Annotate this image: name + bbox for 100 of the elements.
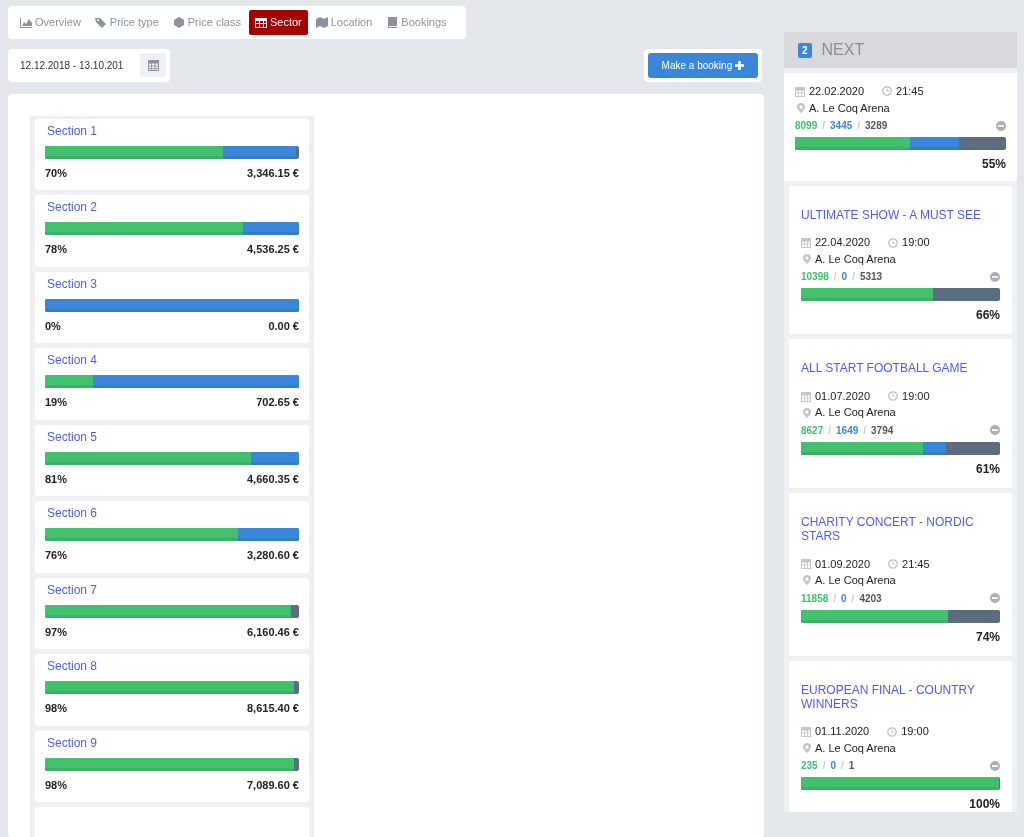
- location-pin-icon: [803, 254, 811, 265]
- calendar-icon: [147, 58, 159, 71]
- percent-text: 81%: [45, 471, 68, 487]
- section-link[interactable]: Section 8: [47, 657, 299, 675]
- tab[interactable]: Location: [309, 10, 379, 35]
- percent-text: 0%: [45, 318, 61, 334]
- sold-count: 8099: [795, 119, 818, 133]
- calendar-icon: [801, 726, 811, 738]
- minus-circle-icon[interactable]: [990, 425, 1000, 436]
- sold-count: 235: [801, 759, 818, 774]
- tab[interactable]: Price type: [88, 10, 165, 35]
- event-time: 19:00: [901, 724, 929, 740]
- free-count: 5313: [859, 270, 883, 285]
- event-date: 22.04.2020: [815, 235, 871, 251]
- event-date: 01.09.2020: [815, 556, 871, 572]
- event-date: 01.07.2020: [815, 388, 871, 404]
- percent-text: 70%: [45, 165, 68, 181]
- separator-text: /: [863, 423, 867, 438]
- calendar-button[interactable]: [140, 52, 166, 77]
- date-range-picker[interactable]: 12.12.2018 - 13.10.201: [8, 48, 170, 82]
- event-time: 19:00: [902, 235, 930, 251]
- location-pin-icon: [803, 575, 811, 586]
- make-booking-button[interactable]: Make a booking: [647, 52, 758, 78]
- section-link[interactable]: Section 6: [47, 504, 299, 522]
- minus-circle-icon[interactable]: [990, 271, 1000, 282]
- venue-name: A. Le Coq Arena: [815, 405, 896, 421]
- venue-name: A. Le Coq Arena: [815, 573, 896, 589]
- section-link[interactable]: Section 2: [47, 198, 299, 216]
- amount-text: 6,160.46 €: [247, 624, 299, 640]
- tab[interactable]: Overview: [14, 10, 87, 35]
- minus-circle-icon[interactable]: [990, 593, 1000, 604]
- count-badge: 2: [798, 42, 812, 58]
- percent-text: 78%: [45, 242, 68, 257]
- clock-icon: [888, 237, 899, 248]
- amount-text: 4,536.25 €: [247, 242, 299, 257]
- percent-text: 66%: [974, 307, 1000, 325]
- tab[interactable]: Sector: [248, 10, 308, 35]
- clock-icon: [887, 726, 898, 737]
- clock-icon: [882, 86, 893, 97]
- separator-text: /: [833, 591, 837, 606]
- calendar-icon: [801, 237, 811, 249]
- reserved-count: 1649: [836, 423, 859, 438]
- amount-text: 3,280.60 €: [247, 548, 299, 563]
- separator-text: /: [851, 591, 855, 606]
- area-chart-icon: [20, 16, 32, 28]
- minus-circle-icon[interactable]: [990, 760, 1000, 771]
- percent-text: 19%: [45, 395, 68, 410]
- amount-text: 0.00 €: [268, 318, 299, 334]
- amount-text: 8,615.40 €: [247, 701, 299, 716]
- event-time: 21:45: [896, 84, 924, 99]
- amount-text: 7,089.60 €: [247, 777, 299, 793]
- calendar-icon: [801, 558, 811, 570]
- event-title-link[interactable]: CHARITY CONCERT - NORDIC STARS: [801, 514, 1000, 544]
- section-link[interactable]: Section 4: [47, 351, 299, 369]
- clock-icon: [888, 391, 899, 402]
- section-link[interactable]: Section 3: [47, 274, 299, 293]
- sold-count: 8627: [801, 423, 824, 438]
- separator-text: /: [852, 270, 855, 285]
- separator-text: /: [841, 759, 844, 774]
- event-title-link[interactable]: ULTIMATE SHOW - A MUST SEE: [801, 208, 1000, 223]
- event-time: 21:45: [902, 556, 930, 572]
- clock-icon: [888, 558, 899, 569]
- percent-text: 98%: [45, 701, 68, 716]
- venue-name: A. Le Coq Arena: [809, 100, 890, 116]
- free-count: 3794: [871, 423, 894, 438]
- venue-name: A. Le Coq Arena: [815, 740, 896, 756]
- percent-text: 61%: [974, 460, 1000, 478]
- plus-icon: [735, 61, 744, 71]
- free-count: 1: [848, 759, 855, 774]
- separator-text: /: [857, 119, 861, 133]
- tab[interactable]: Price class: [166, 10, 247, 35]
- separator-text: /: [828, 423, 832, 438]
- separator-text: /: [822, 119, 826, 133]
- amount-text: 702.65 €: [256, 395, 299, 410]
- event-title-link[interactable]: EUROPEAN FINAL - COUNTRY WINNERS: [801, 682, 1000, 712]
- panel-title: NEXT: [821, 40, 865, 60]
- separator-text: /: [822, 759, 826, 774]
- reserved-count: 0: [841, 591, 847, 606]
- section-link[interactable]: Section 1: [47, 121, 299, 140]
- location-pin-icon: [797, 102, 805, 113]
- percent-text: 76%: [45, 548, 68, 563]
- reserved-count: 3445: [830, 119, 853, 133]
- section-link[interactable]: Section 7: [47, 580, 299, 599]
- location-pin-icon: [803, 743, 811, 754]
- amount-text: 3,346.15 €: [247, 165, 299, 181]
- percent-text: 55%: [980, 156, 1006, 173]
- reserved-count: 0: [841, 270, 848, 285]
- event-date: 01.11.2020: [815, 724, 870, 740]
- table-icon: [254, 16, 267, 28]
- event-title-link[interactable]: ALL START FOOTBALL GAME: [801, 361, 1000, 376]
- percent-text: 100%: [968, 796, 1000, 812]
- amount-text: 4,660.35 €: [247, 471, 299, 487]
- calendar-icon: [795, 85, 805, 97]
- section-link[interactable]: Section 5: [47, 427, 299, 446]
- percent-text: 97%: [45, 624, 68, 640]
- minus-circle-icon[interactable]: [996, 120, 1006, 131]
- free-count: 4203: [859, 591, 882, 606]
- separator-text: /: [833, 270, 837, 285]
- section-link[interactable]: Section 9: [47, 733, 299, 752]
- tab[interactable]: Bookings: [380, 10, 453, 35]
